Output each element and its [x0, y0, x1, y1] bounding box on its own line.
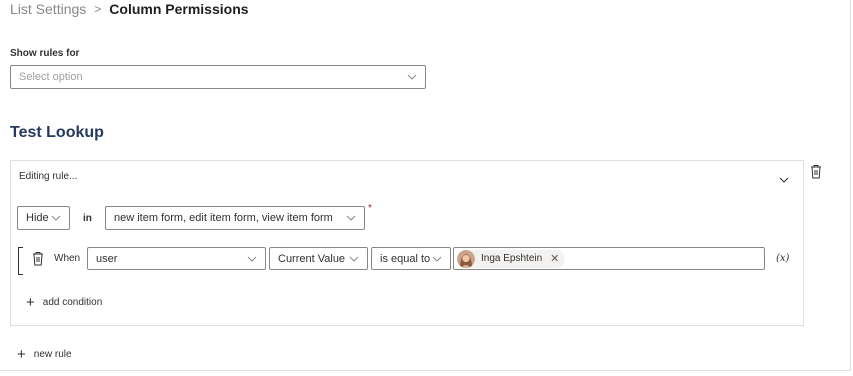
chevron-down-icon [349, 254, 359, 264]
new-rule-button[interactable]: + new rule [17, 345, 72, 363]
condition-subject-dropdown[interactable]: user [87, 247, 266, 270]
fx-button[interactable]: (x) [776, 253, 789, 264]
value-type-value: Current Value [278, 252, 346, 265]
page-title: Column Permissions [109, 1, 249, 17]
trash-icon[interactable] [31, 251, 45, 267]
when-label: When [54, 253, 81, 264]
chevron-down-icon[interactable] [777, 173, 791, 187]
operator-dropdown[interactable]: is equal to [371, 247, 451, 270]
show-rules-for-dropdown[interactable]: Select option [10, 65, 426, 89]
breadcrumb: List Settings > Column Permissions [10, 0, 249, 18]
value-type-dropdown[interactable]: Current Value [269, 247, 368, 270]
action-dropdown-value: Hide [26, 212, 49, 224]
in-label: in [83, 213, 92, 224]
people-picker[interactable]: Inga Epshtein ✕ [453, 247, 765, 270]
action-dropdown[interactable]: Hide [17, 206, 70, 230]
chevron-down-icon [51, 213, 61, 223]
breadcrumb-list-settings[interactable]: List Settings [10, 1, 86, 17]
plus-icon: + [17, 345, 26, 363]
avatar [457, 249, 475, 268]
persona-chip: Inga Epshtein ✕ [457, 249, 566, 268]
show-rules-for-label: Show rules for [10, 48, 80, 59]
operator-value: is equal to [380, 252, 431, 265]
add-condition-label: add condition [42, 297, 103, 308]
condition-subject-value: user [96, 252, 118, 265]
show-rules-for-placeholder: Select option [19, 71, 83, 83]
section-title: Test Lookup [10, 124, 104, 141]
chevron-down-icon [407, 72, 417, 82]
breadcrumb-separator: > [94, 2, 102, 16]
rule-header: Editing rule... [19, 171, 78, 182]
chevron-down-icon [247, 254, 257, 264]
trash-icon[interactable] [809, 164, 823, 180]
chevron-down-icon [432, 254, 442, 264]
new-rule-label: new rule [33, 349, 72, 360]
chevron-down-icon [346, 213, 356, 223]
add-condition-button[interactable]: + add condition [26, 293, 103, 311]
plus-icon: + [26, 293, 35, 311]
forms-dropdown-value: new item form, edit item form, view item… [114, 212, 333, 224]
persona-name: Inga Epshtein [481, 253, 543, 264]
close-icon[interactable]: ✕ [550, 252, 559, 265]
forms-dropdown[interactable]: new item form, edit item form, view item… [105, 206, 365, 230]
rule-card: Editing rule... [10, 160, 804, 326]
required-marker: * [368, 203, 372, 214]
condition-bracket [18, 247, 23, 275]
